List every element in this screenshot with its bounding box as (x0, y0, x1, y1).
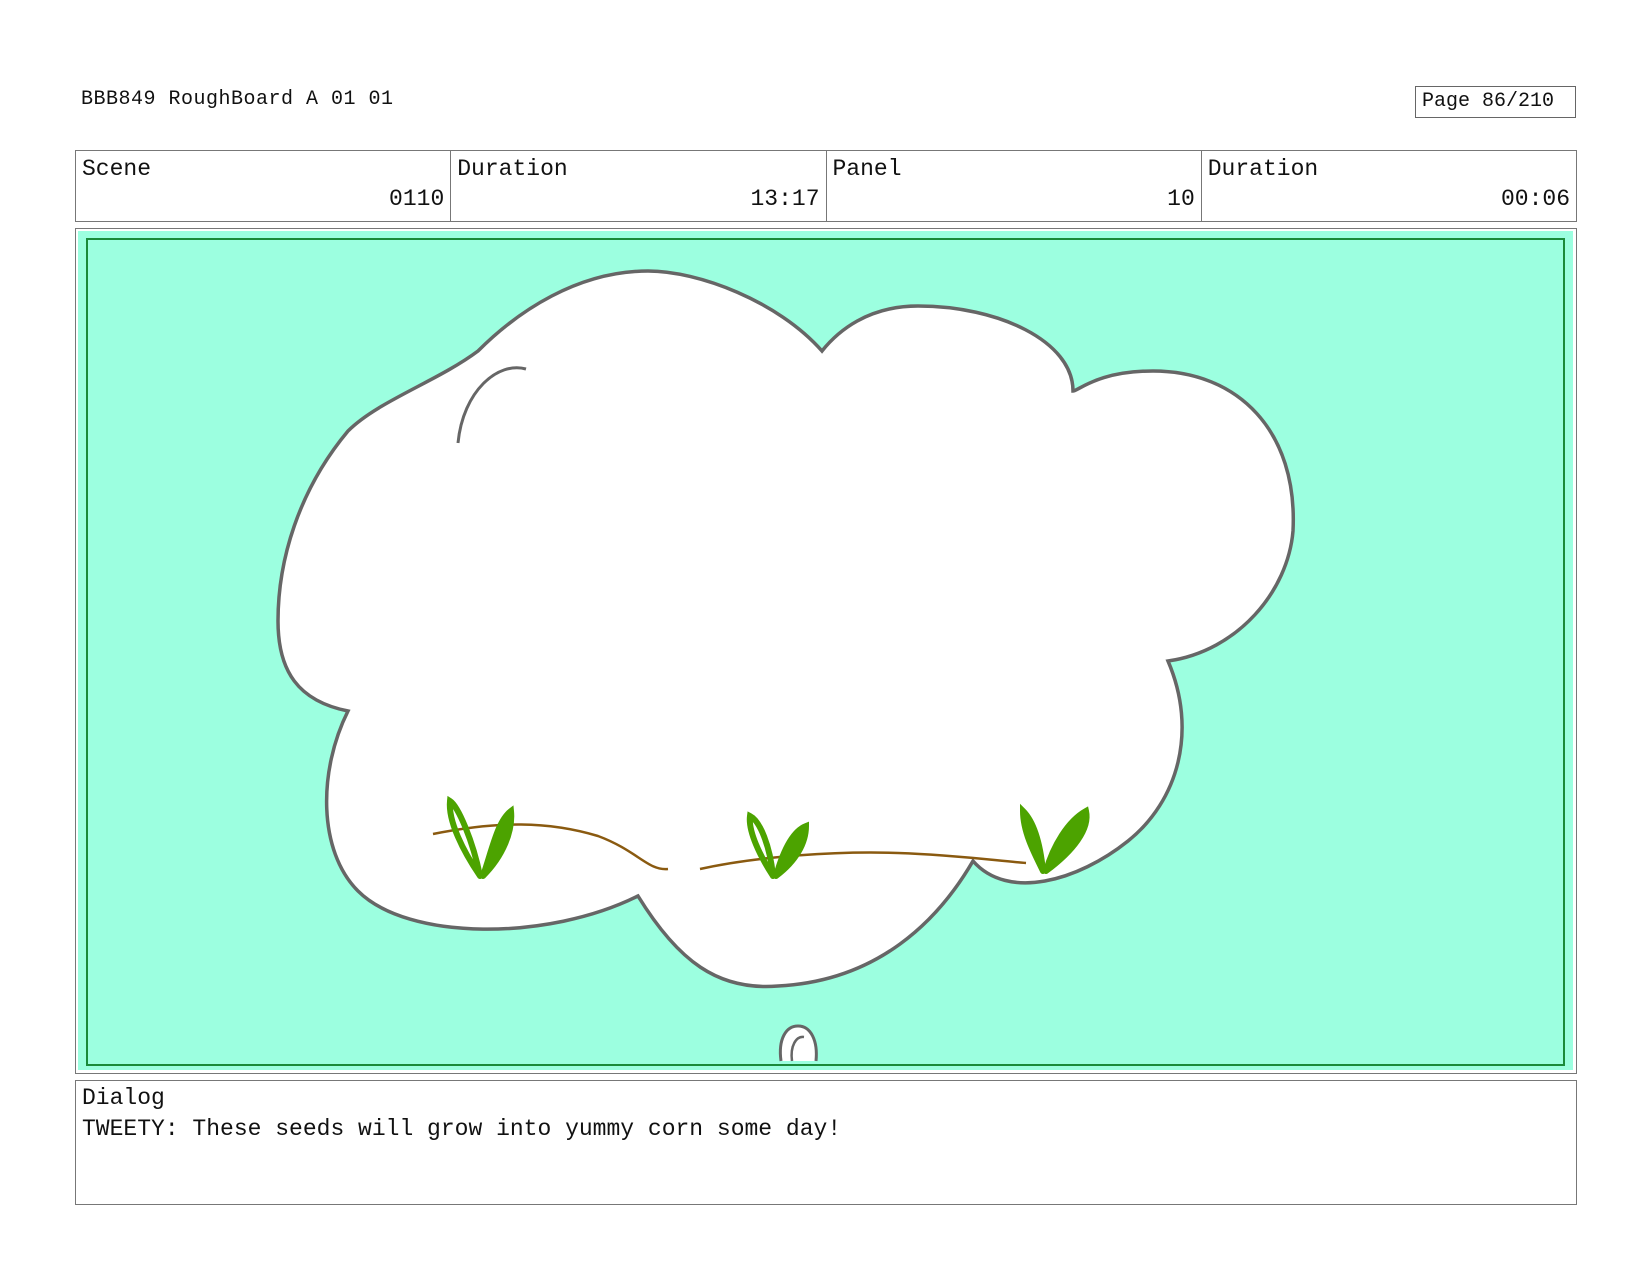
scene-cell: Scene 0110 (76, 151, 452, 221)
dialog-label: Dialog (82, 1085, 165, 1111)
panel-duration-value: 00:06 (1500, 186, 1570, 212)
panel-label: Panel (832, 156, 902, 182)
dialog-text: TWEETY: These seeds will grow into yummy… (82, 1116, 842, 1142)
page-indicator: Page 86/210 (1415, 86, 1576, 118)
panel-duration-cell: Duration 00:06 (1202, 151, 1576, 221)
dialog-box: Dialog TWEETY: These seeds will grow int… (75, 1080, 1577, 1205)
scene-label: Scene (82, 156, 152, 182)
scene-value: 0110 (389, 186, 445, 212)
thought-bubble-small (778, 1024, 818, 1062)
duration-cell: Duration 13:17 (451, 151, 827, 221)
storyboard-panel (75, 228, 1577, 1074)
panel-duration-label: Duration (1207, 156, 1319, 182)
panel-cell: Panel 10 (827, 151, 1202, 221)
duration-value: 13:17 (750, 186, 820, 212)
document-title: BBB849 RoughBoard A 01 01 (81, 88, 394, 111)
panel-artwork (78, 231, 1573, 1070)
duration-label: Duration (457, 156, 568, 182)
info-row: Scene 0110 Duration 13:17 Panel 10 Durat… (75, 150, 1577, 222)
panel-value: 10 (1167, 186, 1195, 212)
